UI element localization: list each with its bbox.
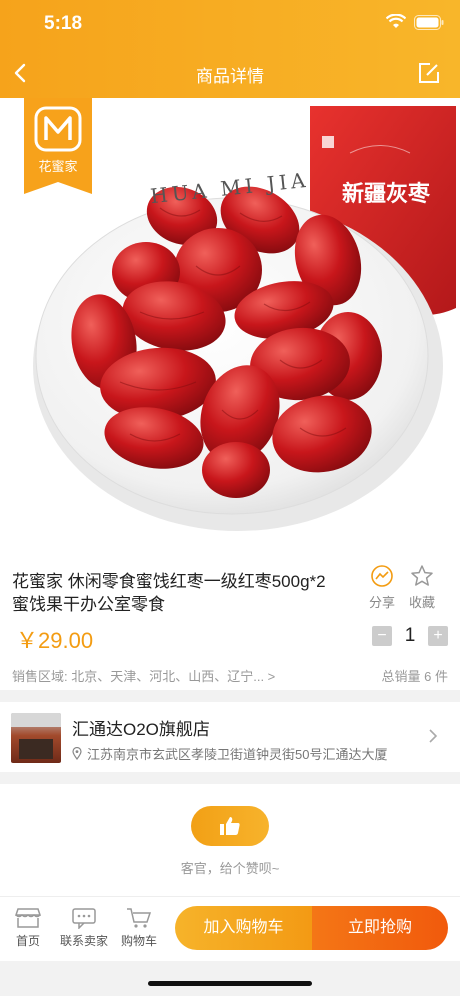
home-label: 首页 — [15, 934, 40, 948]
share-button[interactable]: 分享 — [362, 564, 402, 611]
contact-seller-tab[interactable]: 联系卖家 — [57, 907, 111, 949]
nav-bar: 商品详情 — [0, 48, 460, 98]
thumbs-up-icon — [220, 817, 240, 835]
favorite-label: 收藏 — [408, 595, 435, 610]
store-address: 江苏南京市玄武区孝陵卫街道钟灵街50号汇通达大厦 — [72, 744, 387, 763]
store-icon — [15, 908, 41, 928]
cart-icon — [127, 908, 152, 928]
total-sales: 总销量 6 件 — [381, 669, 448, 684]
cart-label: 购物车 — [120, 934, 157, 948]
chevron-right-icon — [429, 729, 438, 743]
qty-minus-button[interactable]: − — [372, 626, 392, 646]
buy-now-button[interactable]: 立即抢购 — [312, 906, 448, 950]
chat-icon — [72, 908, 96, 929]
bottom-bar: 首页 联系卖家 购物车 加入购物车 立即抢购 — [0, 896, 460, 961]
sales-region[interactable]: 销售区域: 北京、天津、河北、山西、辽宁... > — [12, 666, 275, 685]
store-card[interactable]: 汇通达O2O旗舰店 江苏南京市玄武区孝陵卫街道钟灵街50号汇通达大厦 — [0, 702, 460, 772]
status-time: 5:18 — [44, 13, 83, 34]
home-tab[interactable]: 首页 — [12, 907, 44, 949]
qty-plus-button[interactable]: + — [428, 626, 448, 646]
like-button[interactable] — [191, 806, 269, 846]
price: ￥29.00 — [16, 628, 94, 653]
home-indicator — [148, 981, 312, 986]
location-pin-icon — [72, 747, 82, 760]
edit-icon[interactable] — [418, 62, 440, 84]
star-icon — [411, 565, 433, 586]
like-prompt: 客官，给个赞呗~ — [180, 861, 280, 876]
share-label: 分享 — [368, 595, 395, 610]
brand-logo-icon — [34, 106, 82, 152]
contact-seller-label: 联系卖家 — [59, 934, 108, 948]
store-thumbnail — [11, 713, 61, 763]
qty-value[interactable]: 1 — [392, 625, 428, 647]
favorite-button[interactable]: 收藏 — [402, 564, 442, 611]
header: 5:18 商品详情 — [0, 0, 460, 98]
add-to-cart-button[interactable]: 加入购物车 — [175, 906, 312, 950]
quantity-stepper: − 1 + — [372, 625, 448, 647]
bag-label: 新疆灰枣 — [342, 181, 431, 206]
store-address-text: 江苏南京市玄武区孝陵卫街道钟灵街50号汇通达大厦 — [87, 747, 388, 762]
cart-tab[interactable]: 购物车 — [118, 907, 160, 949]
product-info: 花蜜家 休闲零食蜜饯红枣一级红枣500g*2蜜饯果干办公室零食 分享 收藏 ￥2… — [0, 550, 460, 690]
share-icon — [371, 565, 393, 587]
page-title: 商品详情 — [196, 67, 264, 86]
battery-icon — [414, 14, 444, 30]
brand-logo-label: 花蜜家 — [38, 159, 78, 174]
status-bar: 5:18 — [0, 0, 460, 48]
product-image[interactable]: 花蜜家 HUA MI JIA 新疆灰枣 — [0, 98, 460, 550]
product-title: 花蜜家 休闲零食蜜饯红枣一级红枣500g*2蜜饯果干办公室零食 — [12, 572, 326, 614]
store-name: 汇通达O2O旗舰店 — [72, 720, 210, 739]
wifi-icon — [386, 14, 406, 28]
status-icons — [386, 14, 444, 30]
like-section: 客官，给个赞呗~ — [0, 784, 460, 896]
